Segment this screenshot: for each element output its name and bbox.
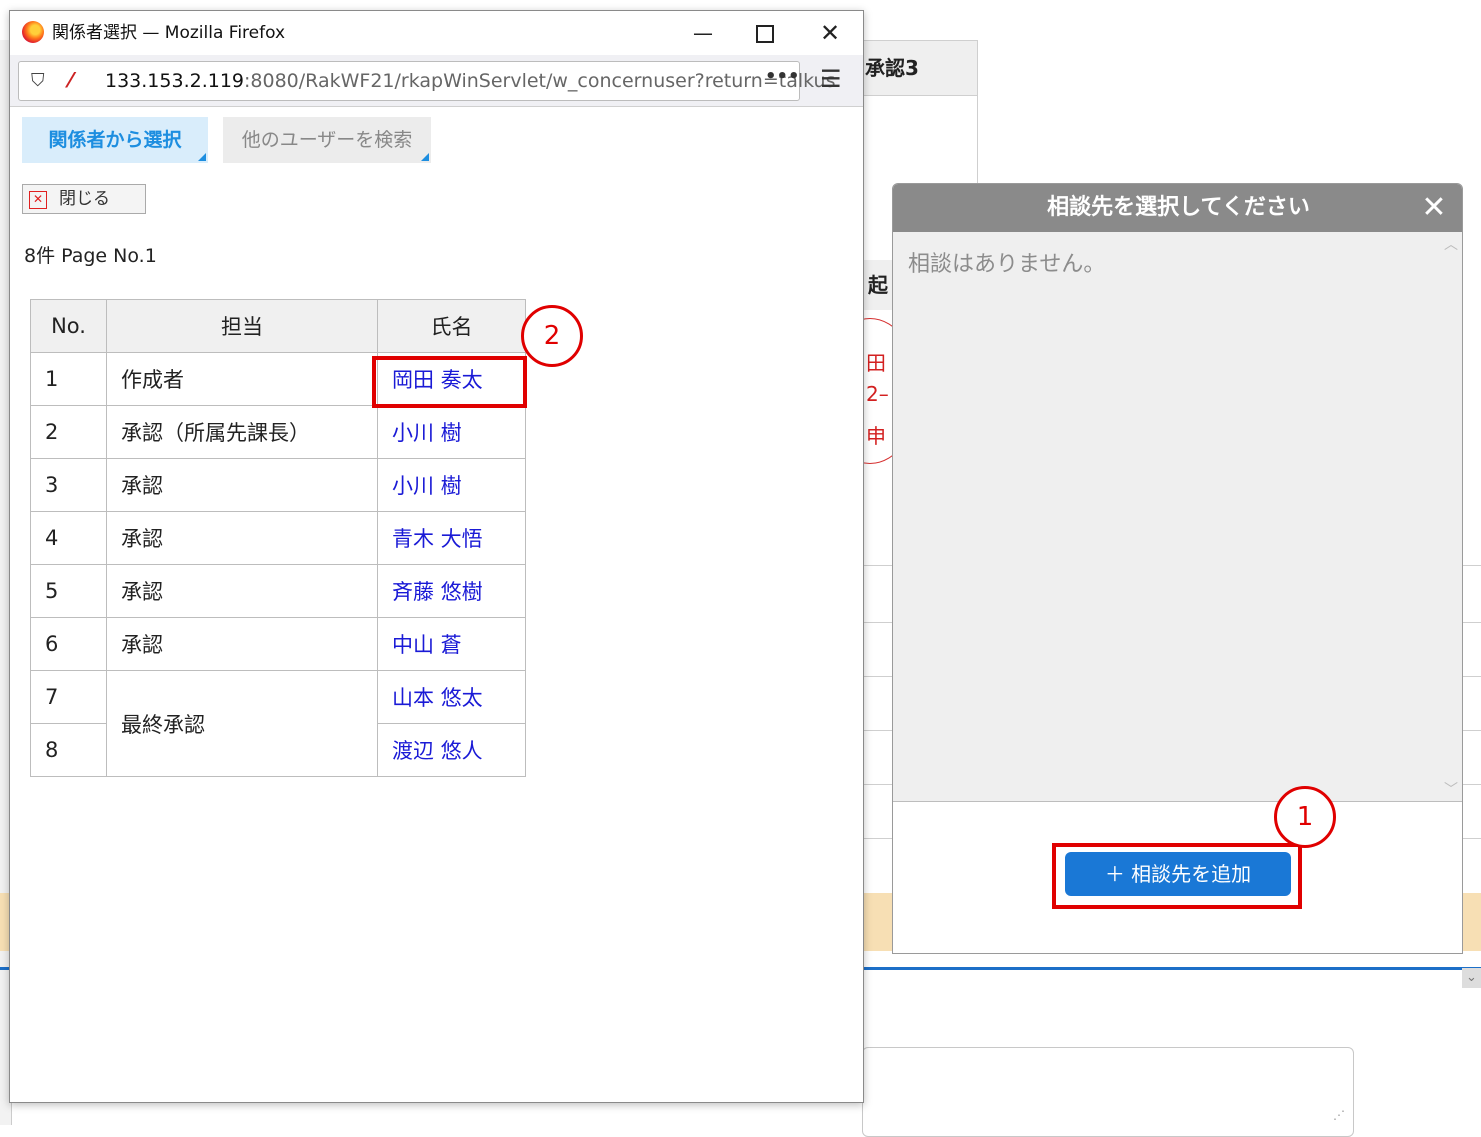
table-row: 2 承認（所属先課長） 小川 樹 [30,405,526,459]
window-titlebar: 関係者選択 — Mozilla Firefox — ✕ [10,11,863,55]
user-name-link[interactable]: 青木 大悟 [377,511,526,565]
table-row: 4 承認 青木 大悟 [30,511,526,565]
column-header-role: 担当 [106,299,378,353]
table-header-row: No. 担当 氏名 [30,299,526,353]
cell-no: 4 [30,511,107,565]
close-icon: ✕ [29,191,47,209]
background-section-divider [862,967,1481,970]
collapse-icon[interactable]: ⌄ [1462,968,1481,988]
scroll-up-icon[interactable]: ︿ [1444,234,1458,254]
cell-role: 承認 [106,511,378,565]
background-divider [977,40,978,185]
tab-label: 関係者から選択 [48,129,182,151]
popup-window: 関係者選択 — Mozilla Firefox — ✕ ⛉ ⁄ 133.153.… [9,10,864,1103]
scroll-down-icon[interactable]: ﹀ [1444,779,1458,799]
cell-role: 最終承認 [106,670,378,777]
empty-message: 相談はありません。 [908,252,1106,277]
cell-role: 承認 [106,564,378,618]
tab-search-other-users[interactable]: 他のユーザーを検索 [223,117,431,163]
result-count: 8件 Page No.1 [24,245,157,267]
page-actions-icon[interactable]: ••• [765,66,800,87]
annotation-highlight-user-name [372,356,527,408]
user-name-link[interactable]: 小川 樹 [377,405,526,459]
background-approval3-header: 承認3 [862,40,978,96]
column-header-no: No. [30,299,107,353]
user-name-link[interactable]: 中山 蒼 [377,617,526,671]
url-text: 133.153.2.119:8080/RakWF21/rkapWinServle… [105,70,835,92]
minimize-icon[interactable]: — [678,17,728,49]
firefox-logo-icon [22,21,44,43]
comment-textarea[interactable] [862,1047,1354,1137]
maximize-icon[interactable] [740,17,790,49]
cell-no: 2 [30,405,107,459]
user-name-link[interactable]: 渡辺 悠人 [377,723,526,777]
close-button-label: 閉じる [59,189,110,209]
cell-role: 承認（所属先課長） [106,405,378,459]
annotation-highlight-add-button [1052,843,1302,909]
url-bar[interactable]: ⛉ ⁄ 133.153.2.119:8080/RakWF21/rkapWinSe… [18,61,835,101]
table-row: 7 最終承認 山本 悠太 [30,670,526,777]
stamp-text: 申 [866,424,886,448]
cell-role: 承認 [106,617,378,671]
cell-no: 1 [30,352,107,406]
stamp-text: 田 [866,351,886,375]
window-close-icon[interactable]: ✕ [805,17,855,49]
url-path: :8080/RakWF21/rkapWinServlet/w_concernus… [244,70,836,92]
background-origin-label: 起 [862,260,894,310]
tab-label: 他のユーザーを検索 [241,129,413,151]
cell-no: 5 [30,564,107,618]
stamp-text: 2– [866,382,889,406]
window-title: 関係者選択 — Mozilla Firefox [52,23,286,43]
cell-no: 3 [30,458,107,512]
close-button[interactable]: ✕ 閉じる [22,184,146,214]
hamburger-menu-icon[interactable]: ☰ [820,65,842,93]
table-row: 3 承認 小川 樹 [30,458,526,512]
tab-select-from-related[interactable]: 関係者から選択 [22,117,208,163]
user-name-link[interactable]: 小川 樹 [377,458,526,512]
annotation-step-1: 1 [1274,786,1336,848]
cell-role: 作成者 [106,352,378,406]
consult-list: 相談はありません。 ︿ ﹀ [893,232,1462,802]
url-host: 133.153.2.119 [105,70,245,92]
annotation-step-2: 2 [521,305,583,367]
cell-no: 6 [30,617,107,671]
dialog-title: 相談先を選択してください [893,184,1462,232]
user-name-link[interactable]: 山本 悠太 [377,670,526,724]
close-icon[interactable]: ✕ [1416,184,1452,232]
shield-icon[interactable]: ⛉ [31,70,49,92]
table-row: 5 承認 斉藤 悠樹 [30,564,526,618]
cell-role: 承認 [106,458,378,512]
table-row: 6 承認 中山 蒼 [30,617,526,671]
navigation-bar: ⛉ ⁄ 133.153.2.119:8080/RakWF21/rkapWinSe… [10,55,863,107]
column-header-name: 氏名 [377,299,526,353]
cell-no: 8 [30,723,107,777]
consult-target-dialog: 相談先を選択してください ✕ 相談はありません。 ︿ ﹀ ＋ 相談先を追加 [892,183,1463,954]
resize-handle-icon[interactable]: ⋰ [1333,1108,1347,1122]
user-name-link[interactable]: 斉藤 悠樹 [377,564,526,618]
insecure-lock-icon[interactable]: ⁄ [69,68,93,94]
cell-no: 7 [30,670,107,724]
